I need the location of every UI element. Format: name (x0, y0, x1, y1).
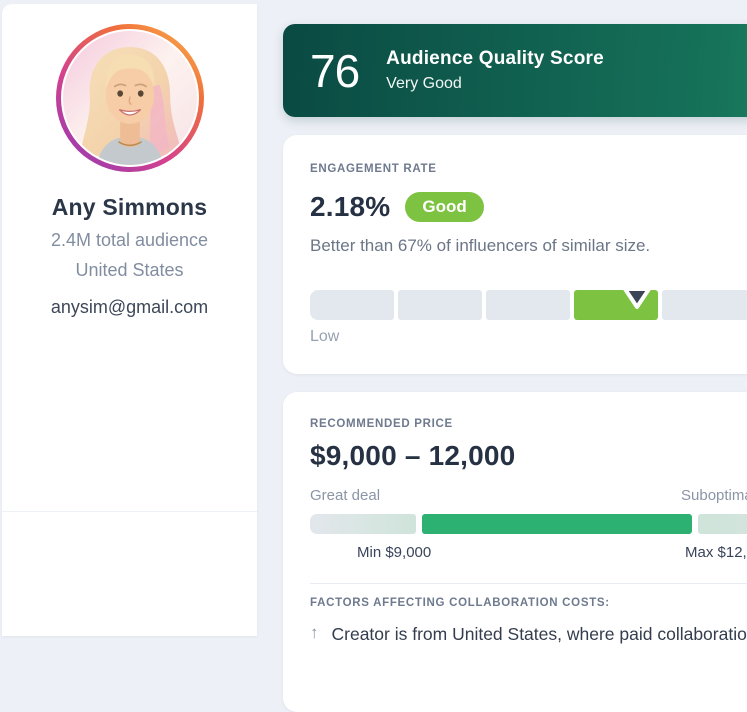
engagement-badge: Good (405, 192, 483, 222)
profile-location: United States (75, 260, 183, 281)
engagement-value: 2.18% (310, 191, 390, 223)
profile-name: Any Simmons (52, 194, 208, 221)
recommended-price-label: RECOMMENDED PRICE (310, 418, 747, 430)
score-texts: Audience Quality Score Very Good (386, 48, 604, 93)
engagement-rate-label: ENGAGEMENT RATE (310, 163, 747, 175)
factor-text: Creator is from United States, where pai… (332, 623, 747, 646)
score-value: 76 (310, 48, 359, 94)
price-bar-recommended-segment (422, 514, 692, 534)
engagement-description: Better than 67% of influencers of simila… (310, 236, 747, 256)
audience-quality-score-banner: 76 Audience Quality Score Very Good (283, 24, 747, 117)
factor-item: ↑ Creator is from United States, where p… (310, 623, 747, 646)
engagement-scale-bar (310, 290, 747, 320)
scale-segment (310, 290, 394, 320)
avatar-gradient-ring (56, 24, 204, 172)
price-range-bar (310, 514, 747, 534)
score-subtitle: Very Good (386, 75, 604, 93)
profile-email: anysim@gmail.com (51, 297, 208, 318)
price-range-value: $9,000 – 12,000 (310, 440, 747, 472)
engagement-rate-card: ENGAGEMENT RATE 2.18% Good Better than 6… (283, 135, 747, 374)
price-bar-right-segment (698, 514, 747, 534)
min-price-label: Min $9,000 (357, 544, 431, 561)
great-deal-label: Great deal (310, 487, 380, 504)
scale-segment (486, 290, 570, 320)
scale-low-label: Low (310, 328, 747, 346)
arrow-up-icon: ↑ (310, 623, 319, 643)
profile-panel: Any Simmons 2.4M total audience United S… (2, 4, 257, 636)
max-price-label: Max $12,000 (685, 544, 747, 561)
factors-label: FACTORS AFFECTING COLLABORATION COSTS: (310, 597, 747, 609)
deal-scale-labels: Great deal Suboptimal (310, 487, 747, 505)
divider (310, 583, 747, 584)
profile-audience: 2.4M total audience (51, 230, 208, 251)
min-max-labels: Min $9,000 Max $12,000 (310, 544, 747, 562)
scale-segment (662, 290, 747, 320)
avatar (61, 29, 199, 167)
engagement-value-row: 2.18% Good (310, 191, 747, 223)
scale-segment (398, 290, 482, 320)
price-bar-left-segment (310, 514, 416, 534)
recommended-price-card: RECOMMENDED PRICE $9,000 – 12,000 Great … (283, 392, 747, 712)
score-title: Audience Quality Score (386, 48, 604, 70)
scale-marker-icon (620, 285, 654, 313)
suboptimal-label: Suboptimal (681, 487, 747, 504)
profile-summary: Any Simmons 2.4M total audience United S… (2, 4, 257, 512)
influencer-report-page: Any Simmons 2.4M total audience United S… (0, 0, 747, 636)
